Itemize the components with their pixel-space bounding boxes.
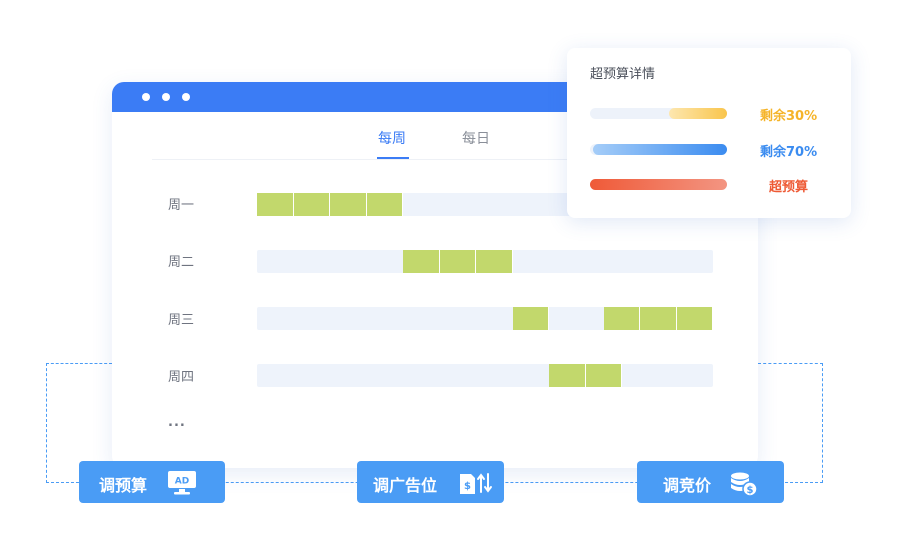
adjust-bid-button[interactable]: 调竞价 $	[637, 461, 784, 503]
schedule-track-wednesday[interactable]	[257, 307, 714, 330]
ad-monitor-icon: AD	[168, 471, 196, 495]
budget-details-popup: 超预算详情 剩余30% 剩余70% 超预算	[567, 48, 851, 218]
schedule-cell[interactable]	[585, 364, 622, 387]
schedule-cell[interactable]	[640, 307, 677, 330]
budget-label-over: 超预算	[769, 180, 809, 195]
connector-top-right	[758, 363, 823, 364]
budget-fill	[590, 179, 727, 190]
schedule-cell[interactable]	[549, 364, 586, 387]
adjust-placement-button[interactable]: 调广告位 $	[357, 461, 504, 503]
row-label-thursday: 周四	[168, 370, 195, 385]
svg-text:$: $	[464, 481, 471, 492]
svg-text:$: $	[747, 485, 754, 496]
schedule-cell[interactable]	[476, 250, 513, 273]
window-dot	[162, 93, 170, 101]
budget-bar-70	[590, 144, 727, 155]
tab-daily[interactable]: 每日	[462, 128, 490, 148]
budget-bar-over	[590, 179, 727, 190]
schedule-cell[interactable]	[403, 250, 440, 273]
placement-swap-icon: $	[460, 473, 492, 494]
row-label-wednesday: 周三	[168, 313, 195, 328]
schedule-cell[interactable]	[439, 250, 476, 273]
budget-label-70: 剩余70%	[760, 145, 818, 160]
adjust-budget-button[interactable]: 调预算 AD	[79, 461, 225, 503]
adjust-budget-label: 调预算	[99, 476, 148, 495]
tab-weekly[interactable]: 每周	[378, 128, 406, 148]
schedule-cell[interactable]	[257, 193, 294, 216]
coin-stack-icon: $	[731, 472, 758, 497]
schedule-cell[interactable]	[366, 193, 403, 216]
schedule-cell[interactable]	[330, 193, 367, 216]
budget-fill	[592, 144, 727, 155]
schedule-track-tuesday[interactable]	[257, 250, 713, 273]
row-label-tuesday: 周二	[168, 255, 195, 270]
schedule-cell[interactable]	[676, 307, 714, 330]
schedule-cell[interactable]	[293, 193, 330, 216]
connector-right-vertical	[822, 363, 823, 483]
schedule-cell[interactable]	[512, 307, 549, 330]
popup-title: 超预算详情	[590, 67, 656, 82]
row-label-monday: 周一	[168, 198, 195, 213]
connector-left-vertical	[46, 363, 47, 483]
schedule-cell[interactable]	[603, 307, 641, 330]
budget-label-30: 剩余30%	[760, 109, 818, 124]
row-label-more: ...	[168, 415, 186, 430]
budget-fill	[669, 108, 727, 119]
schedule-track-thursday[interactable]	[257, 364, 713, 387]
budget-bar-30	[590, 108, 727, 119]
adjust-bid-label: 调竞价	[663, 476, 712, 495]
connector-top-left	[46, 363, 112, 364]
window-dot	[142, 93, 150, 101]
window-dot	[182, 93, 190, 101]
ad-icon-text: AD	[175, 477, 189, 487]
adjust-placement-label: 调广告位	[373, 476, 438, 495]
